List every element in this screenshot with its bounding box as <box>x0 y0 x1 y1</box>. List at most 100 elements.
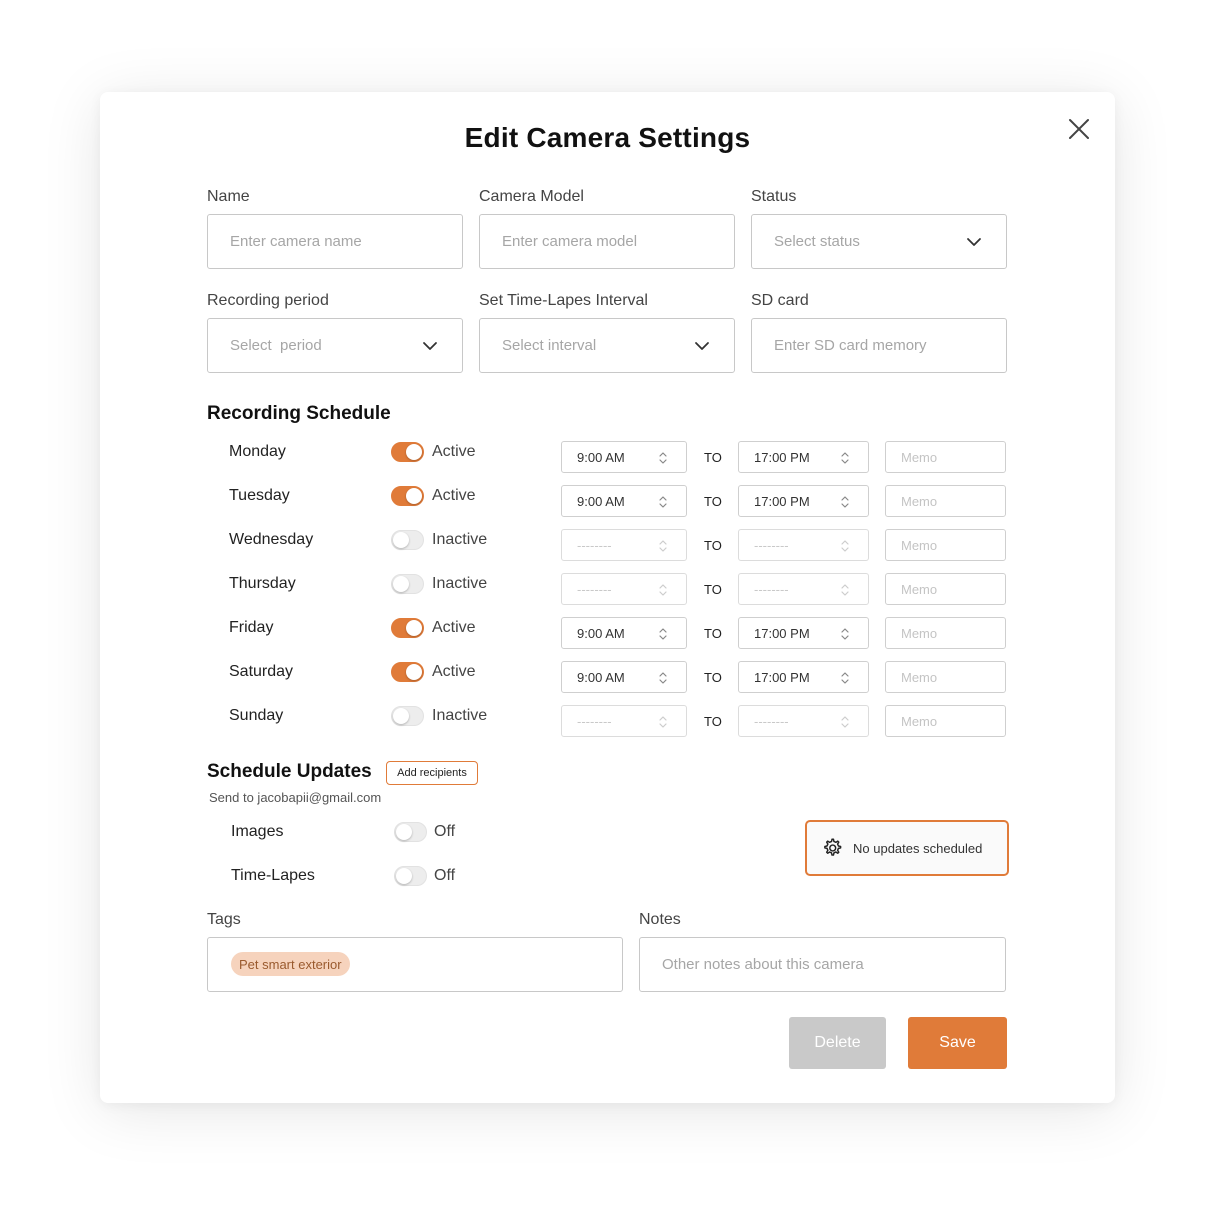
up-down-arrows-icon[interactable] <box>840 671 850 688</box>
add-recipients-button[interactable]: Add recipients <box>386 761 478 785</box>
start-time-input[interactable]: 9:00 AM <box>561 617 687 649</box>
start-time-input[interactable]: 9:00 AM <box>561 441 687 473</box>
up-down-arrows-icon[interactable] <box>840 451 850 468</box>
time-lapse-interval-select[interactable]: Select interval <box>479 318 735 373</box>
to-label: TO <box>704 582 722 597</box>
up-down-arrows-icon[interactable] <box>840 495 850 512</box>
save-button[interactable]: Save <box>908 1017 1007 1069</box>
end-time-input[interactable]: 17:00 PM <box>738 441 869 473</box>
end-time-input[interactable]: -------- <box>738 529 869 561</box>
up-down-arrows-icon[interactable] <box>840 627 850 644</box>
memo-placeholder: Memo <box>901 713 938 729</box>
day-active-toggle[interactable] <box>391 574 424 594</box>
memo-input[interactable]: Memo <box>885 661 1006 693</box>
notes-placeholder: Other notes about this camera <box>662 956 864 973</box>
time-lapse-status: Off <box>434 867 456 884</box>
toggle-knob <box>393 708 409 724</box>
delete-button[interactable]: Delete <box>789 1017 886 1069</box>
start-time-value: 9:00 AM <box>577 493 625 509</box>
memo-input[interactable]: Memo <box>885 573 1006 605</box>
memo-input[interactable]: Memo <box>885 705 1006 737</box>
up-down-arrows-icon[interactable] <box>658 539 668 556</box>
chevron-down-icon <box>967 238 981 246</box>
toggle-knob <box>406 488 422 504</box>
memo-input[interactable]: Memo <box>885 529 1006 561</box>
day-active-toggle[interactable] <box>391 530 424 550</box>
to-label: TO <box>704 626 722 641</box>
day-active-toggle[interactable] <box>391 486 424 506</box>
day-status: Inactive <box>432 707 488 724</box>
send-to-text: Send to jacobapii@gmail.com <box>209 790 382 805</box>
start-time-value: 9:00 AM <box>577 669 625 685</box>
time-lapse-interval-label: Set Time-Lapes Interval <box>479 292 648 309</box>
start-time-value: -------- <box>577 713 612 729</box>
up-down-arrows-icon[interactable] <box>658 715 668 732</box>
memo-input[interactable]: Memo <box>885 441 1006 473</box>
memo-input[interactable]: Memo <box>885 617 1006 649</box>
tag-chip[interactable]: Pet smart exterior <box>231 952 350 976</box>
images-toggle[interactable] <box>394 822 427 842</box>
to-label: TO <box>704 714 722 729</box>
day-status: Active <box>432 487 476 504</box>
start-time-input[interactable]: 9:00 AM <box>561 661 687 693</box>
close-icon <box>1069 119 1089 139</box>
edit-camera-modal: Edit Camera Settings Name Enter camera n… <box>100 92 1115 1103</box>
start-time-input[interactable]: 9:00 AM <box>561 485 687 517</box>
tags-label: Tags <box>207 911 241 928</box>
up-down-arrows-icon[interactable] <box>658 495 668 512</box>
to-label: TO <box>704 450 722 465</box>
toggle-knob <box>406 444 422 460</box>
end-time-input[interactable]: 17:00 PM <box>738 617 869 649</box>
day-status: Inactive <box>432 575 488 592</box>
to-label: TO <box>704 670 722 685</box>
status-select[interactable]: Select status <box>751 214 1007 269</box>
up-down-arrows-icon[interactable] <box>658 583 668 600</box>
start-time-input[interactable]: -------- <box>561 705 687 737</box>
end-time-input[interactable]: 17:00 PM <box>738 661 869 693</box>
notes-label: Notes <box>639 911 681 928</box>
close-button[interactable] <box>1066 116 1092 142</box>
tags-input[interactable]: Pet smart exterior <box>207 937 623 992</box>
end-time-input[interactable]: -------- <box>738 573 869 605</box>
start-time-value: -------- <box>577 537 612 553</box>
memo-placeholder: Memo <box>901 669 938 685</box>
end-time-input[interactable]: 17:00 PM <box>738 485 869 517</box>
end-time-input[interactable]: -------- <box>738 705 869 737</box>
time-lapse-toggle[interactable] <box>394 866 427 886</box>
up-down-arrows-icon[interactable] <box>840 715 850 732</box>
day-label: Monday <box>229 443 286 460</box>
no-updates-text: No updates scheduled <box>853 840 983 856</box>
memo-input[interactable]: Memo <box>885 485 1006 517</box>
day-active-toggle[interactable] <box>391 662 424 682</box>
sd-card-input[interactable]: Enter SD card memory <box>751 318 1007 373</box>
up-down-arrows-icon[interactable] <box>840 539 850 556</box>
name-input[interactable]: Enter camera name <box>207 214 463 269</box>
images-status: Off <box>434 823 456 840</box>
status-label: Status <box>751 188 797 205</box>
start-time-input[interactable]: -------- <box>561 573 687 605</box>
camera-model-input[interactable]: Enter camera model <box>479 214 735 269</box>
sd-card-placeholder: Enter SD card memory <box>774 337 927 354</box>
memo-placeholder: Memo <box>901 581 938 597</box>
memo-placeholder: Memo <box>901 449 938 465</box>
up-down-arrows-icon[interactable] <box>658 671 668 688</box>
up-down-arrows-icon[interactable] <box>658 451 668 468</box>
notes-input[interactable]: Other notes about this camera <box>639 937 1006 992</box>
up-down-arrows-icon[interactable] <box>840 583 850 600</box>
day-active-toggle[interactable] <box>391 706 424 726</box>
name-label: Name <box>207 188 250 205</box>
start-time-input[interactable]: -------- <box>561 529 687 561</box>
to-label: TO <box>704 494 722 509</box>
recording-period-select[interactable]: Select period <box>207 318 463 373</box>
end-time-value: 17:00 PM <box>754 625 810 641</box>
recording-period-placeholder: Select period <box>230 337 322 354</box>
day-label: Thursday <box>229 575 296 592</box>
up-down-arrows-icon[interactable] <box>658 627 668 644</box>
toggle-knob <box>393 532 409 548</box>
end-time-value: 17:00 PM <box>754 669 810 685</box>
end-time-value: -------- <box>754 537 789 553</box>
no-updates-button[interactable]: No updates scheduled <box>805 820 1009 876</box>
gear-icon <box>824 838 842 856</box>
day-active-toggle[interactable] <box>391 618 424 638</box>
day-active-toggle[interactable] <box>391 442 424 462</box>
